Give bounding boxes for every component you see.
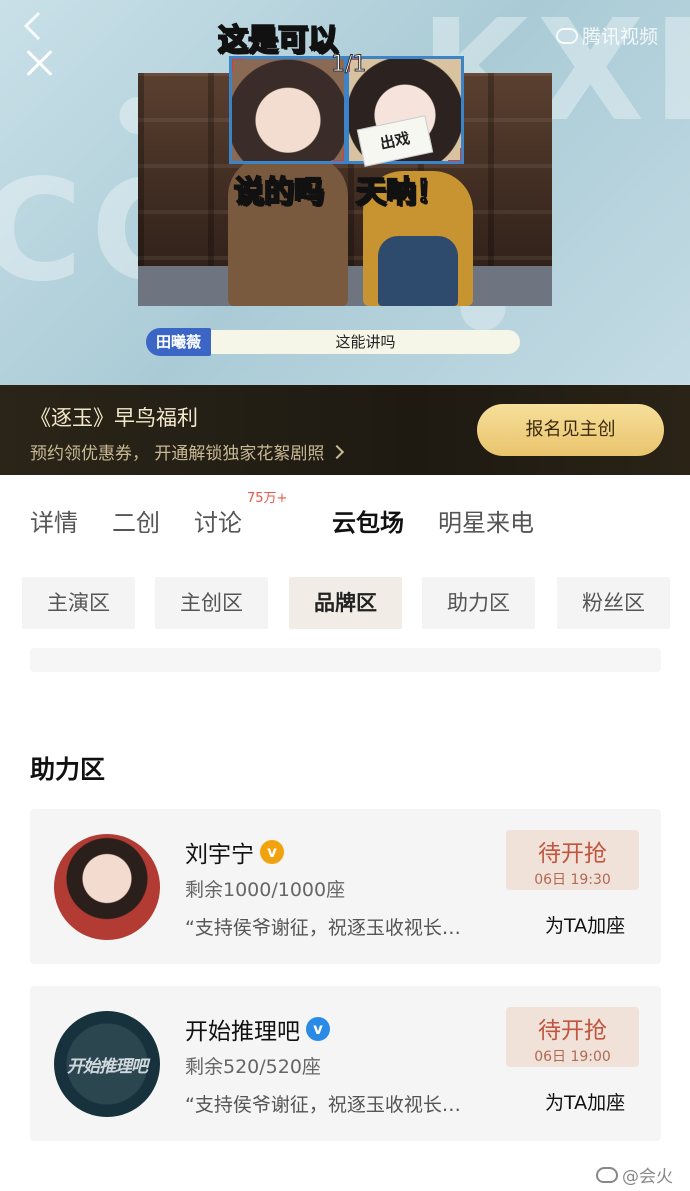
video-watermark: 腾讯视频 (556, 22, 658, 49)
tab-star-call[interactable]: 明星来电 (438, 503, 534, 538)
add-seat-link[interactable]: 为TA加座 (545, 911, 625, 938)
section-title: 助力区 (30, 755, 106, 784)
pending-grab-button[interactable]: 待开抢 06日 19:30 (506, 830, 639, 890)
grab-label: 待开抢 (538, 1018, 607, 1044)
verified-badge-icon: v (306, 1017, 330, 1041)
card-title: 刘宇宁 v (185, 835, 284, 869)
tencent-video-icon (556, 27, 578, 44)
close-icon[interactable] (24, 48, 54, 78)
tab-fan-creations[interactable]: 二创 (112, 503, 160, 538)
video-caption-right: 天呐！ (355, 174, 447, 211)
tab-bar: 详情 二创 讨论 75万+ 云包场 明星来电 (0, 475, 690, 565)
discussion-count-badge: 75万+ (247, 491, 288, 506)
chip-lead-actors[interactable]: 主演区 (22, 577, 135, 629)
chip-support[interactable]: 助力区 (422, 577, 535, 629)
chip-brand[interactable]: 品牌区 (289, 577, 402, 629)
promo-banner[interactable]: 《逐玉》早鸟福利 预约领优惠券， 开通解锁独家花絮剧照 报名见主创 (0, 385, 690, 475)
tab-discussion[interactable]: 讨论 (194, 503, 242, 538)
watermark-text: @会火 (622, 1167, 673, 1187)
seats-remaining: 剩余1000/1000座 (185, 879, 346, 901)
grab-label: 待开抢 (538, 841, 607, 867)
tab-details[interactable]: 详情 (30, 503, 78, 538)
support-card[interactable]: 刘宇宁 v 剩余1000/1000座 “支持侯爷谢征，祝逐玉收视长… 待开抢 0… (30, 809, 661, 964)
video-watermark-text: 腾讯视频 (582, 26, 659, 48)
video-caption-top: 这是可以 (217, 22, 339, 59)
video-caption-left: 说的吗 (233, 174, 325, 211)
promo-subtitle-link[interactable]: 预约领优惠券， 开通解锁独家花絮剧照 (30, 439, 345, 464)
support-message: “支持侯爷谢征，祝逐玉收视长… (185, 1094, 461, 1116)
add-seat-link[interactable]: 为TA加座 (545, 1088, 625, 1115)
seats-remaining: 剩余520/520座 (185, 1056, 321, 1078)
weibo-watermark: @会火 (596, 1162, 673, 1187)
grab-time: 06日 19:00 (534, 1049, 611, 1065)
avatar-logo-text: 开始推理吧 (67, 1056, 148, 1077)
chip-creators[interactable]: 主创区 (155, 577, 268, 629)
avatar[interactable] (54, 834, 160, 940)
pending-grab-button[interactable]: 待开抢 06日 19:00 (506, 1007, 639, 1067)
avatar[interactable]: 开始推理吧 (54, 1011, 160, 1117)
promo-title: 《逐玉》早鸟福利 (30, 406, 198, 430)
weibo-icon (596, 1166, 618, 1183)
promo-subtitle: 预约领优惠券， 开通解锁独家花絮剧照 (30, 444, 325, 464)
signup-meet-creators-button[interactable]: 报名见主创 (477, 404, 664, 456)
speaker-subtitle: 这能讲吗 (211, 330, 520, 354)
face-closeup-left (229, 56, 347, 164)
chip-fans[interactable]: 粉丝区 (557, 577, 670, 629)
card-name: 开始推理吧 (185, 1019, 300, 1045)
card-name: 刘宇宁 (185, 842, 254, 868)
video-counter: 1/1 (330, 52, 367, 78)
tab-cloud-screening[interactable]: 云包场 (332, 503, 404, 538)
name-subtitle-strip: 田曦薇 这能讲吗 (146, 328, 520, 356)
chevron-right-icon (330, 444, 345, 459)
speaker-name-tag: 田曦薇 (146, 328, 212, 356)
support-message: “支持侯爷谢征，祝逐玉收视长… (185, 917, 461, 939)
person-right-skirt (378, 236, 458, 306)
support-card[interactable]: 开始推理吧 开始推理吧 v 剩余520/520座 “支持侯爷谢征，祝逐玉收视长…… (30, 986, 661, 1141)
zone-filter: 主演区 主创区 品牌区 助力区 粉丝区 (22, 577, 670, 629)
grab-time: 06日 19:30 (534, 872, 611, 888)
video-player[interactable]: CCi KXI 出戏 这是可以 1/1 说的吗 天呐！ 腾讯视频 田曦薇 这能讲… (0, 0, 690, 385)
content-placeholder-bar (30, 648, 661, 672)
verified-badge-icon: v (260, 840, 284, 864)
card-title: 开始推理吧 v (185, 1012, 330, 1046)
